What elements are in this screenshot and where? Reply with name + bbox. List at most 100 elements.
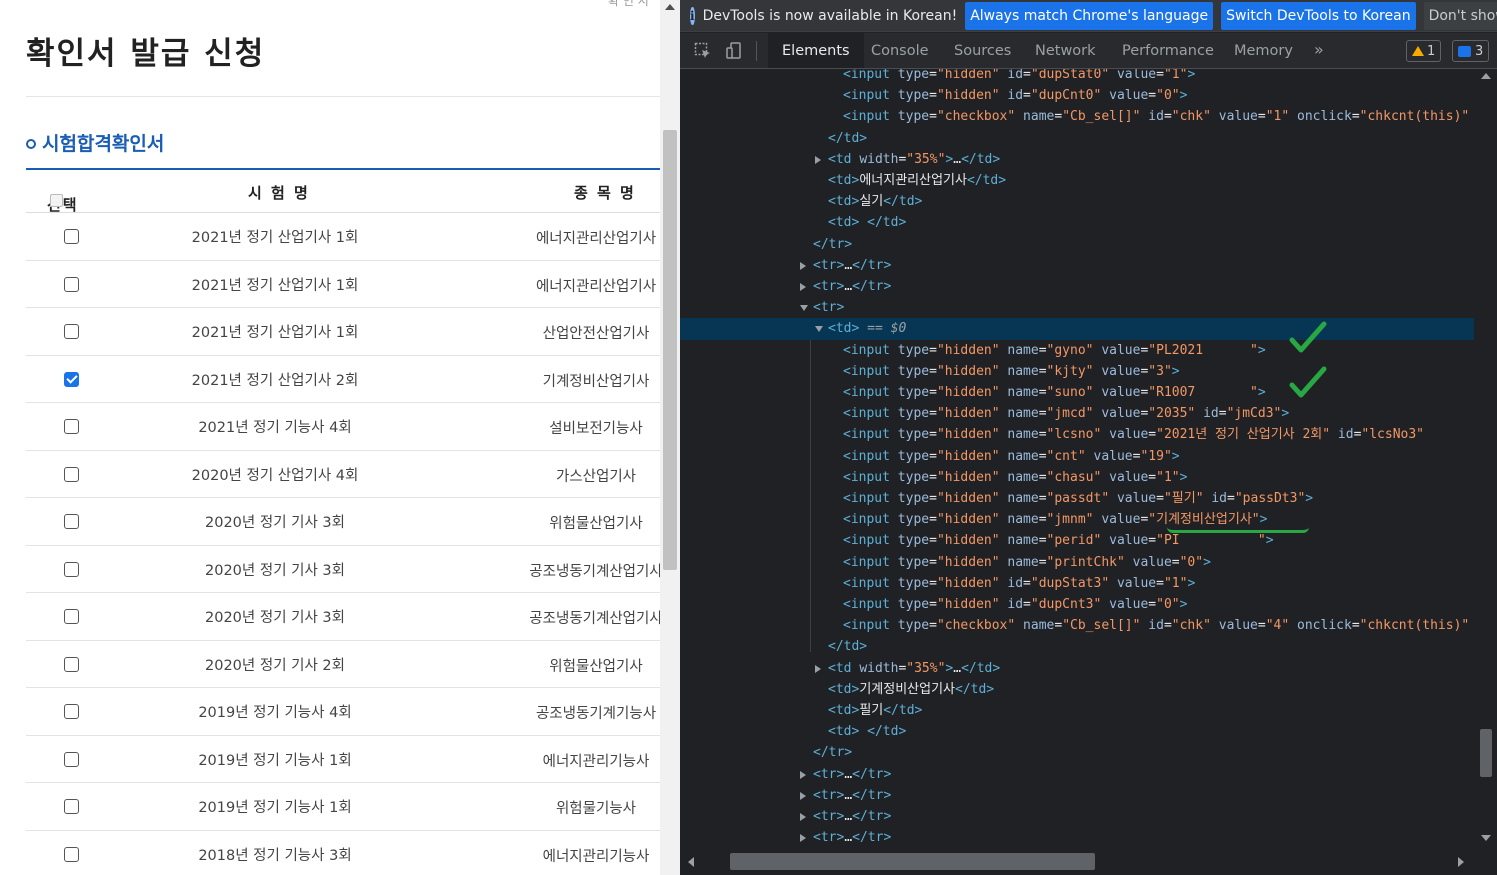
always-match-language-button[interactable]: Always match Chrome's language [965, 1, 1214, 30]
row-checkbox[interactable] [64, 276, 79, 292]
dom-node-line[interactable]: <td> </td> [680, 721, 1474, 742]
dom-node-line[interactable]: <td>필기</td> [680, 700, 1474, 721]
dom-node-line[interactable]: <input type="hidden" name="perid" value=… [680, 530, 1474, 551]
scroll-up-arrow-icon[interactable] [1481, 73, 1491, 79]
tab-performance[interactable]: Performance [1122, 33, 1214, 68]
scroll-right-arrow-icon[interactable] [1458, 857, 1464, 867]
dom-node-line[interactable]: <td> </td> [680, 212, 1474, 233]
dom-node-text: <input type="hidden" id="dupCnt0" value=… [843, 85, 1187, 106]
dom-node-selected[interactable]: <td> == $0 [680, 318, 1474, 340]
dom-node-line[interactable]: <tr>…</tr> [680, 764, 1474, 785]
row-checkbox[interactable] [64, 229, 79, 244]
scroll-up-arrow-icon[interactable] [665, 4, 675, 10]
page-scrollbar[interactable] [660, 0, 680, 875]
dom-tree-horizontal-scrollbar[interactable] [680, 850, 1474, 875]
code-token: "jmCd3" [1226, 406, 1282, 422]
dom-node-line[interactable]: <input type="hidden" name="printChk" val… [680, 552, 1474, 573]
dom-node-line[interactable]: <input type="hidden" id="dupStat3" value… [680, 573, 1474, 594]
code-token: type [897, 406, 930, 422]
tab-memory[interactable]: Memory [1234, 33, 1293, 68]
row-checkbox[interactable] [64, 514, 79, 529]
dom-node-line[interactable]: <td width="35%">…</td> [680, 658, 1474, 679]
dom-node-line[interactable]: <input type="hidden" name="passdt" value… [680, 488, 1474, 509]
row-checkbox[interactable] [64, 751, 79, 767]
switch-to-korean-button[interactable]: Switch DevTools to Korean [1221, 1, 1416, 30]
dont-show-again-button[interactable]: Don't show again [1423, 1, 1497, 30]
dom-node-line[interactable]: <input type="hidden" name="lcsno" value=… [680, 424, 1474, 445]
dom-node-line[interactable]: </tr> [680, 742, 1474, 763]
dom-node-line[interactable]: <tr>…</tr> [680, 255, 1474, 276]
dom-node-line[interactable]: <tr>…</tr> [680, 806, 1474, 827]
row-checkbox[interactable] [64, 656, 79, 672]
scroll-down-arrow-icon[interactable] [1481, 835, 1491, 841]
code-token: type [897, 385, 930, 400]
select-all-checkbox[interactable] [50, 194, 63, 207]
code-token: name [999, 406, 1039, 422]
scrollbar-thumb[interactable] [1480, 729, 1492, 777]
dom-node-line[interactable]: <input type="hidden" id="dupStat0" value… [680, 69, 1474, 85]
expand-triangle-icon[interactable] [800, 791, 806, 800]
expand-triangle-icon[interactable] [815, 664, 821, 673]
dom-node-line[interactable]: </td> [680, 128, 1474, 149]
dom-node-line[interactable]: <td>에너지관리산업기사</td> [680, 170, 1474, 191]
dom-node-line[interactable]: <tr>…</tr> [680, 785, 1474, 806]
code-token: name [999, 491, 1039, 506]
row-checkbox[interactable] [64, 419, 79, 434]
tab-network[interactable]: Network [1035, 33, 1096, 68]
row-checkbox[interactable] [64, 704, 79, 719]
dom-node-line[interactable]: <tr>…</tr> [680, 827, 1474, 848]
warnings-badge[interactable]: 1 [1406, 40, 1442, 62]
dom-tree-vertical-scrollbar[interactable] [1474, 69, 1497, 850]
code-token: = [1148, 427, 1157, 443]
scrollbar-thumb[interactable] [663, 130, 677, 570]
dom-node-line[interactable]: <input type="hidden" name="cnt" value="1… [680, 446, 1474, 467]
expand-triangle-icon[interactable] [800, 261, 806, 270]
code-token: = [929, 385, 937, 400]
dom-node-line[interactable]: <input type="hidden" name="jmcd" value="… [680, 403, 1474, 424]
dom-node-line[interactable]: <input type="checkbox" name="Cb_sel[]" i… [680, 106, 1474, 127]
scrollbar-thumb[interactable] [730, 853, 1095, 870]
expand-triangle-icon[interactable] [800, 834, 806, 843]
code-token: = [1163, 109, 1172, 125]
expand-triangle-icon[interactable] [800, 770, 806, 779]
dom-node-line[interactable]: <input type="hidden" name="suno" value="… [680, 382, 1474, 403]
tab-console[interactable]: Console [871, 33, 929, 68]
dom-node-line[interactable]: <tr> [680, 297, 1474, 318]
dom-node-line[interactable]: </td> [680, 636, 1474, 657]
dom-node-line[interactable]: <input type="checkbox" name="Cb_sel[]" i… [680, 615, 1474, 636]
code-token: "hidden" [936, 597, 1000, 612]
dom-node-line[interactable]: <input type="hidden" id="dupCnt0" value=… [680, 85, 1474, 106]
dom-node-line[interactable]: <input type="hidden" name="gyno" value="… [680, 340, 1474, 361]
more-tabs-icon[interactable]: » [1314, 40, 1324, 59]
inspect-element-icon[interactable] [694, 42, 712, 60]
row-checkbox[interactable] [64, 561, 79, 577]
row-checkbox[interactable] [64, 324, 79, 339]
messages-badge[interactable]: 3 [1452, 40, 1490, 62]
dom-node-line[interactable]: <td width="35%">…</td> [680, 149, 1474, 170]
row-checkbox[interactable] [64, 799, 79, 814]
dom-node-line[interactable]: <input type="hidden" name="kjty" value="… [680, 361, 1474, 382]
expand-triangle-icon[interactable] [800, 283, 806, 291]
code-token: "checkbox" [936, 618, 1016, 634]
tab-elements[interactable]: Elements [768, 33, 864, 68]
dom-node-line[interactable]: <tr>…</tr> [680, 276, 1474, 297]
dom-node-line[interactable]: </tr> [680, 234, 1474, 255]
dom-node-line[interactable]: <input type="hidden" name="jmnm" value="… [680, 509, 1474, 530]
code-token: value [1093, 385, 1141, 400]
row-checkbox[interactable] [64, 466, 79, 482]
dom-node-line[interactable]: <input type="hidden" name="chasu" value=… [680, 467, 1474, 488]
dom-node-line[interactable]: <input type="hidden" id="dupCnt3" value=… [680, 594, 1474, 615]
row-checkbox[interactable] [64, 846, 79, 862]
subject-name-cell: 위험물산업기사 [549, 658, 643, 675]
device-toolbar-icon[interactable] [726, 42, 744, 60]
row-checkbox[interactable] [64, 371, 79, 387]
expand-triangle-icon[interactable] [815, 155, 821, 164]
dom-node-line[interactable]: <td>실기</td> [680, 191, 1474, 212]
collapse-triangle-icon[interactable] [800, 305, 808, 312]
expand-triangle-icon[interactable] [800, 813, 806, 821]
scroll-left-arrow-icon[interactable] [688, 857, 694, 867]
dom-node-line[interactable]: <td>기계정비산업기사</td> [680, 679, 1474, 700]
tab-sources[interactable]: Sources [954, 33, 1011, 68]
row-checkbox[interactable] [64, 609, 79, 624]
collapse-triangle-icon[interactable] [815, 326, 823, 333]
